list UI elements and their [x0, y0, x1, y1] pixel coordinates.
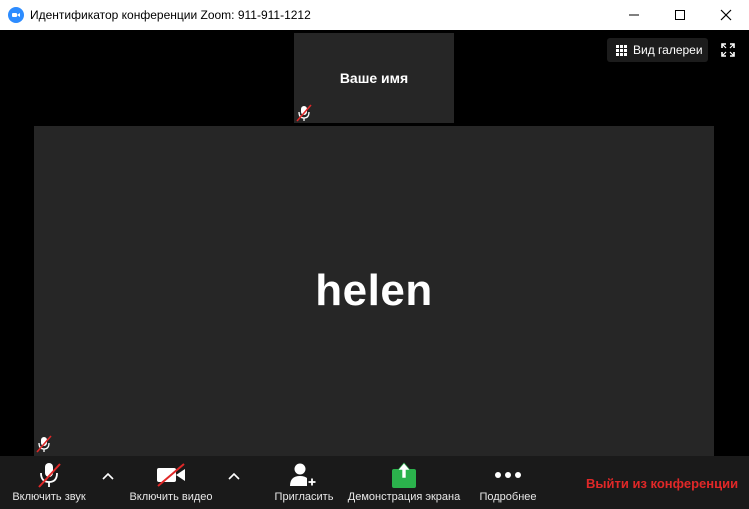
share-screen-label: Демонстрация экрана	[347, 491, 461, 503]
active-speaker-tile[interactable]: helen	[34, 126, 714, 456]
maximize-button[interactable]	[657, 0, 703, 30]
start-video-label: Включить видео	[129, 491, 213, 503]
leave-meeting-button[interactable]: Выйти из конференции	[586, 476, 738, 491]
meeting-toolbar: Включить звук Включить видео Пригласить …	[0, 456, 749, 509]
close-icon	[720, 9, 732, 21]
start-video-button[interactable]: Включить видео	[124, 456, 218, 509]
minimize-button[interactable]	[611, 0, 657, 30]
self-video-tile[interactable]: Ваше имя	[294, 33, 454, 123]
gallery-view-label: Вид галереи	[633, 43, 703, 57]
audio-options-chevron-up-icon[interactable]	[102, 472, 114, 482]
more-label: Подробнее	[479, 491, 537, 503]
window-titlebar: Идентификатор конференции Zoom: 911-911-…	[0, 0, 749, 30]
window-title: Идентификатор конференции Zoom: 911-911-…	[30, 8, 311, 22]
more-button[interactable]: Подробнее	[474, 456, 542, 509]
close-button[interactable]	[703, 0, 749, 30]
self-name: Ваше имя	[339, 70, 409, 86]
fullscreen-icon[interactable]	[721, 43, 735, 57]
add-participant-icon	[290, 463, 317, 487]
grid-icon	[616, 44, 627, 56]
muted-mic-icon	[36, 435, 52, 453]
unmute-label: Включить звук	[12, 491, 86, 503]
video-stage: Ваше имя Вид галереи helen	[0, 30, 749, 456]
share-screen-button[interactable]: Демонстрация экрана	[342, 456, 466, 509]
muted-mic-icon	[296, 104, 312, 122]
unmute-button[interactable]: Включить звук	[6, 456, 92, 509]
video-options-chevron-up-icon[interactable]	[228, 472, 240, 482]
share-screen-icon	[392, 462, 416, 488]
more-options-icon	[495, 472, 521, 478]
active-speaker-name: helen	[315, 266, 433, 315]
minimize-icon	[629, 14, 639, 16]
zoom-logo-icon	[8, 7, 24, 23]
maximize-icon	[675, 10, 685, 20]
invite-label: Пригласить	[274, 491, 334, 503]
video-off-icon	[157, 463, 185, 487]
gallery-view-button[interactable]: Вид галереи	[607, 38, 708, 62]
muted-mic-icon	[38, 463, 61, 488]
invite-button[interactable]: Пригласить	[270, 456, 338, 509]
